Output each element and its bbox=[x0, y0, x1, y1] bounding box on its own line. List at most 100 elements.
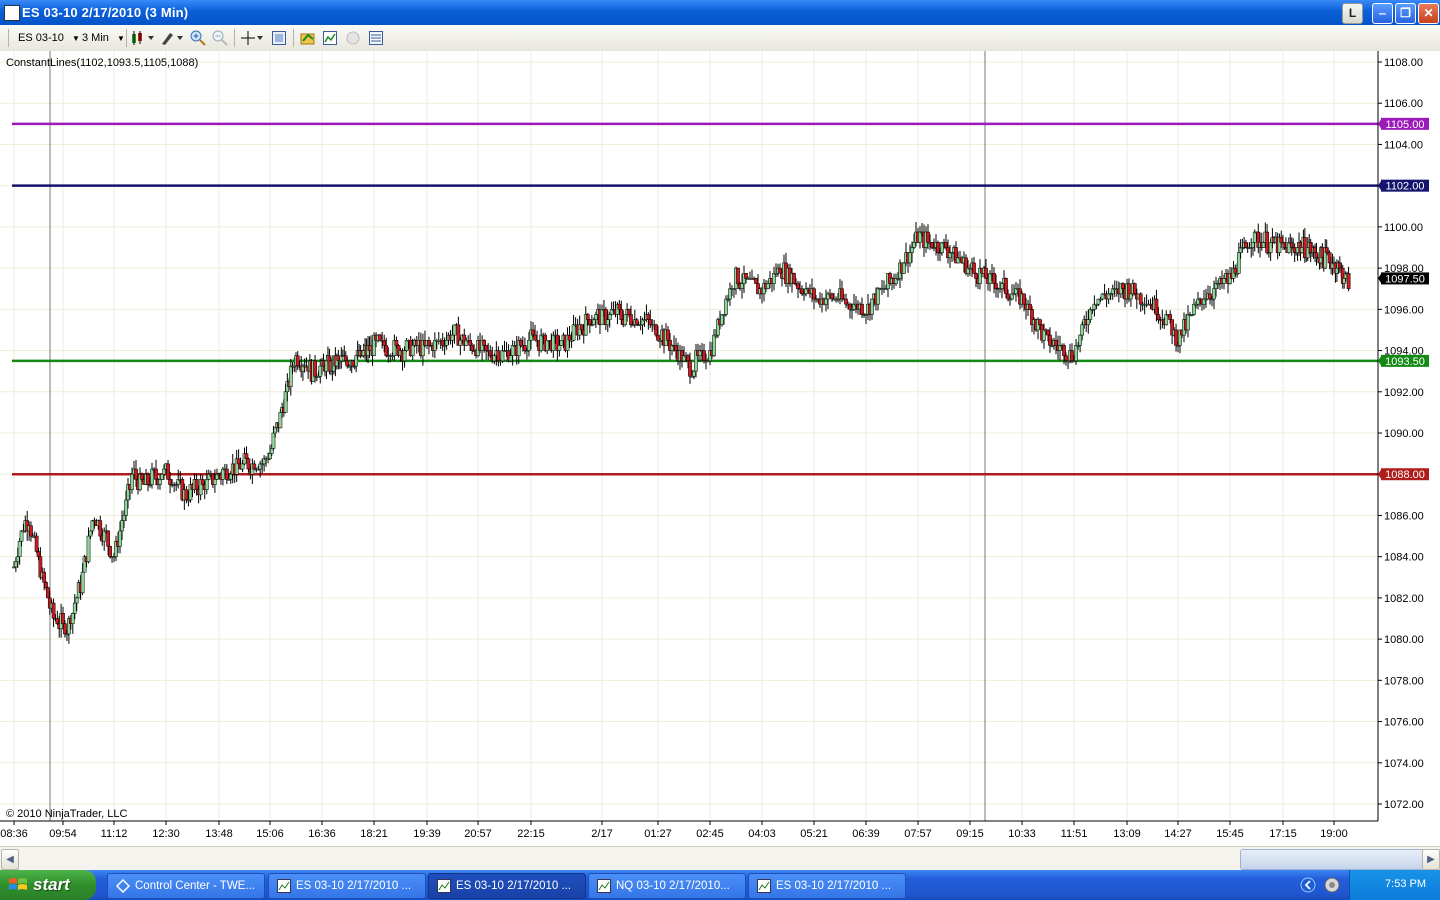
candle-down bbox=[1154, 298, 1159, 315]
clock: 7:53 PM bbox=[1385, 878, 1426, 890]
candle-up bbox=[918, 231, 922, 243]
candle-down bbox=[427, 340, 431, 346]
x-tick-label: 09:15 bbox=[956, 828, 984, 840]
taskbar-item-chart[interactable]: ES 03-10 2/17/2010 ... bbox=[268, 873, 426, 899]
y-tick-label: 1076.00 bbox=[1384, 717, 1424, 729]
link-button[interactable]: L bbox=[1342, 3, 1363, 24]
restore-button[interactable]: ❐ bbox=[1395, 3, 1416, 24]
candle-up bbox=[527, 340, 531, 351]
price-axis: 1108.001106.001104.001102.001100.001098.… bbox=[1378, 57, 1424, 811]
price-tag-label: 1102.00 bbox=[1386, 181, 1425, 193]
candle-up bbox=[1129, 293, 1133, 300]
candle-down bbox=[106, 530, 110, 547]
x-tick-label: 19:39 bbox=[413, 828, 441, 840]
network-tray-icon[interactable] bbox=[1324, 877, 1340, 893]
bar-type-icon[interactable] bbox=[131, 30, 155, 46]
candle-down bbox=[984, 267, 988, 279]
candle-up bbox=[1078, 334, 1082, 346]
interval-selector[interactable]: 3 Min ▼ bbox=[82, 30, 125, 46]
chart-scrollbar[interactable]: ◀ ▶ bbox=[0, 846, 1440, 871]
candle-up bbox=[72, 602, 77, 614]
taskbar-item-control-center[interactable]: Control Center - TWE... bbox=[107, 873, 265, 899]
disabled-circle-icon[interactable] bbox=[345, 30, 361, 46]
zoom-in-icon[interactable] bbox=[190, 30, 206, 46]
taskbar-item-label: ES 03-10 2/17/2010 ... bbox=[296, 880, 412, 892]
scroll-left-button[interactable]: ◀ bbox=[1, 849, 19, 870]
x-tick-label: 11:51 bbox=[1061, 828, 1088, 840]
candle-down bbox=[944, 242, 948, 248]
candle-down bbox=[44, 582, 48, 588]
x-tick-label: 07:57 bbox=[904, 828, 932, 840]
instrument-selector[interactable]: ES 03-10 ▼ bbox=[18, 30, 80, 46]
candle-up bbox=[14, 561, 18, 568]
close-button[interactable]: ✕ bbox=[1418, 3, 1439, 24]
candle-up bbox=[876, 288, 880, 305]
candle-down bbox=[168, 479, 172, 485]
x-tick-label: 13:48 bbox=[205, 828, 233, 840]
candle-down bbox=[200, 479, 205, 485]
scroll-right-button[interactable]: ▶ bbox=[1422, 849, 1440, 870]
taskbar-item-nq-chart[interactable]: NQ 03-10 2/17/2010... bbox=[588, 873, 746, 899]
drawing-tool-icon[interactable] bbox=[160, 30, 184, 46]
candle-up bbox=[908, 252, 912, 264]
start-button[interactable]: start bbox=[0, 870, 96, 900]
candle-up bbox=[492, 355, 497, 362]
candle-up bbox=[458, 340, 463, 346]
candle-down bbox=[1004, 278, 1008, 295]
control-center-icon bbox=[116, 879, 130, 893]
candle-down bbox=[1174, 329, 1178, 346]
time-axis: 08:36 09:54 11:12 12:30 13:48 15:06 16:36 18:21… bbox=[0, 821, 1348, 840]
candle-down bbox=[812, 288, 816, 300]
candle-up bbox=[1251, 242, 1255, 248]
candle-up bbox=[213, 479, 217, 485]
candle-up bbox=[221, 468, 225, 480]
candle-down bbox=[55, 618, 60, 624]
strategies-icon[interactable] bbox=[300, 30, 316, 46]
candle-down bbox=[840, 288, 844, 300]
price-tag-pointer bbox=[1378, 468, 1382, 481]
chart-panel[interactable]: 1108.001106.001104.001102.001100.001098.… bbox=[0, 51, 1440, 846]
candle-down bbox=[1048, 334, 1052, 346]
candle-down bbox=[468, 340, 473, 346]
candle-down bbox=[702, 350, 706, 362]
price-tag-label: 1093.50 bbox=[1385, 356, 1425, 368]
candle-down bbox=[648, 319, 653, 326]
chart-app-icon bbox=[4, 5, 20, 21]
zoom-out-icon[interactable] bbox=[212, 30, 228, 46]
candle-down bbox=[46, 587, 50, 599]
price-chart[interactable]: 1108.001106.001104.001102.001100.001098.… bbox=[0, 51, 1440, 846]
data-box-icon[interactable] bbox=[368, 30, 384, 46]
price-tag-label: 1105.00 bbox=[1386, 119, 1425, 131]
y-tick-label: 1092.00 bbox=[1384, 387, 1424, 399]
candle-up bbox=[452, 324, 457, 336]
minimize-button[interactable]: ‒ bbox=[1372, 3, 1393, 24]
x-tick-label: 14:27 bbox=[1164, 828, 1192, 840]
candle-up bbox=[120, 520, 124, 532]
indicators-icon[interactable] bbox=[322, 30, 338, 46]
candle-down bbox=[634, 319, 639, 326]
candle-up bbox=[720, 314, 724, 326]
candle-up bbox=[870, 298, 874, 315]
scroll-thumb[interactable] bbox=[1240, 849, 1424, 870]
taskbar-item-chart[interactable]: ES 03-10 2/17/2010 ... bbox=[748, 873, 906, 899]
candle-down bbox=[36, 551, 41, 557]
candle-down bbox=[627, 309, 631, 315]
instrument-label: ES 03-10 bbox=[18, 32, 64, 44]
crosshair-icon[interactable] bbox=[240, 30, 264, 46]
candle-down bbox=[619, 309, 624, 320]
candle-up bbox=[162, 468, 166, 475]
candle-up bbox=[766, 283, 770, 289]
chevron-right-icon: ▶ bbox=[1427, 854, 1435, 865]
properties-icon[interactable] bbox=[271, 30, 287, 46]
candle-up bbox=[724, 298, 728, 315]
y-tick-label: 1072.00 bbox=[1384, 799, 1424, 811]
candle-down bbox=[936, 242, 940, 253]
candle-down bbox=[382, 340, 387, 346]
candle-up bbox=[204, 479, 209, 490]
candle-up bbox=[824, 298, 828, 305]
candle-up bbox=[271, 432, 276, 449]
candle-down bbox=[778, 267, 782, 274]
candle-up bbox=[623, 314, 628, 326]
show-hidden-icons-chevron-icon[interactable] bbox=[1300, 877, 1316, 893]
taskbar-item-chart-active[interactable]: ES 03-10 2/17/2010 ... bbox=[428, 873, 586, 899]
